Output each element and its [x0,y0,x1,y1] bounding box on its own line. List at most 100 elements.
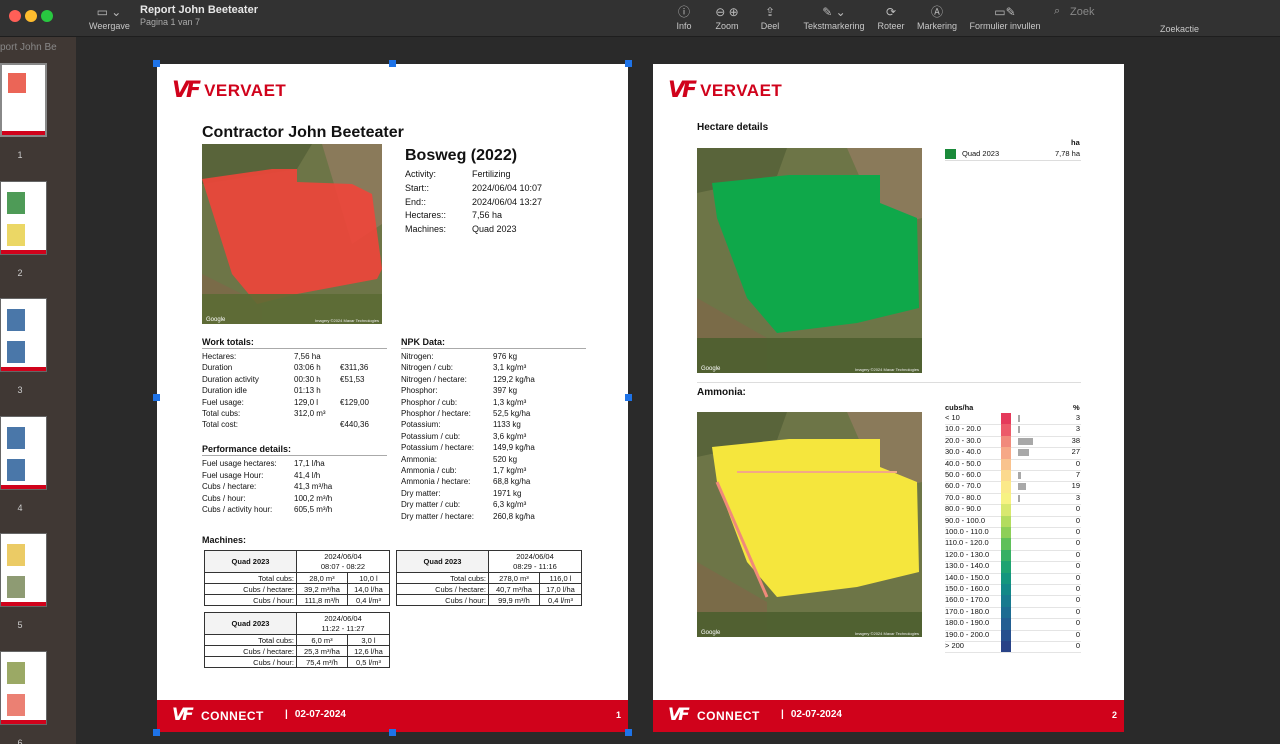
search-field[interactable]: ⌕ Zoek [1052,4,1274,20]
thumbnail-footer-bar [1,719,46,724]
selection-handle[interactable] [625,394,632,401]
markup-icon: Ⓐ [930,5,943,19]
page-thumbnail-4[interactable] [0,415,47,490]
thumbnail-footer-bar [2,131,45,135]
ammonia-range-label: 10.0 - 20.0 [945,424,981,434]
ammonia-legend-unit: cubs/ha [945,403,974,412]
npk-value: 68,8 kg/ha [493,477,531,487]
npk-value: 3,6 kg/m³ [493,431,527,441]
page-1[interactable]: VF VERVAET Contractor John Beeteater Goog… [157,64,628,732]
machine-date: 2024/06/04 [296,550,390,562]
ammonia-percentage-value: 0 [1075,606,1080,616]
page-thumbnail-2[interactable] [0,180,47,255]
window-title-block: Report John Beeteater Pagina 1 van 7 [140,4,258,27]
npk-value: 1,7 kg/m³ [493,466,527,475]
legend-swatch [945,149,956,159]
selection-handle[interactable] [153,394,160,401]
page-thumbnail-5[interactable] [0,533,47,607]
document-viewer[interactable]: VF VERVAET Contractor John Beeteater Goog… [76,37,1280,744]
selection-handle[interactable] [625,60,632,67]
legend-divider [945,160,1081,161]
zoom-button[interactable]: ⊖ ⊕ Zoom [706,3,748,31]
machine-table: Quad 2023 2024/06/04 11:22 - 11:27 Total cu… [204,612,391,668]
work-cost: €129,00 [340,397,369,407]
machine-metric-label: Cubs / hectare: [204,583,297,595]
ammonia-range-label: > 200 [945,641,964,650]
thumbnail-number: 4 [17,502,23,513]
npk-label: Potassium: [401,420,441,430]
ammonia-color-swatch [1001,424,1011,436]
npk-value: 6,3 kg/m³ [493,500,527,510]
view-button[interactable]: ▭ ⌄ Weergave [89,3,130,31]
thumbnail-preview [7,223,25,246]
ammonia-range-label: 120.0 - 130.0 [945,549,990,559]
ammonia-percentage-value: 0 [1075,561,1080,571]
page-thumbnail-1[interactable] [0,63,47,137]
share-button[interactable]: ⇪ Deel [756,3,784,31]
work-value: 03:06 h [294,363,321,373]
close-window-button[interactable] [9,10,21,22]
work-value: 7,56 ha [294,352,321,361]
machine-metric-value: 111,8 m³/h [296,594,348,606]
zoom-icons: ⊖ ⊕ [715,5,739,19]
ammonia-range-label: 30.0 - 40.0 [945,447,981,457]
machine-metric-secondary: 0,5 l/m³ [346,656,391,668]
ammonia-color-swatch [1001,561,1011,573]
selection-handle[interactable] [389,729,396,736]
work-value: 01:13 h [294,386,321,396]
thumbnail-number: 3 [17,385,23,395]
page-thumbnail-6[interactable] [0,650,47,725]
field-title: Bosweg (2022) [405,147,518,164]
info-label: Activity: [405,169,437,179]
ammonia-range-label: 160.0 - 170.0 [945,595,990,605]
thumbnail-footer-bar [1,249,46,254]
ammonia-color-swatch [1001,515,1011,528]
selection-handle[interactable] [153,60,160,67]
selection-handle[interactable] [625,729,632,736]
ammonia-color-swatch [1001,572,1011,585]
ammonia-color-swatch [1001,629,1011,642]
thumbnail-preview [7,191,25,214]
ammonia-range-label: 20.0 - 30.0 [945,435,981,445]
machine-name: Quad 2023 [204,612,297,635]
ammonia-percentage-bar [1018,437,1034,445]
rotate-button[interactable]: ⟳ Roteer [874,3,908,31]
text-markup-button[interactable]: ✎ ⌄ Tekstmarkering [800,3,868,31]
ammonia-title: Ammonia: [697,387,746,398]
machine-time: 08:29 - 11:16 [488,561,582,573]
ammonia-color-swatch [1001,492,1011,505]
ammonia-color-swatch [1001,413,1011,425]
page-thumbnail-3[interactable] [0,298,47,372]
page-number: 2 [1111,710,1117,720]
npk-label: Dry matter / cub: [401,500,461,510]
minimize-window-button[interactable] [25,10,37,22]
work-label: Total cost: [202,420,239,430]
info-value: 7,56 ha [472,210,503,221]
selection-handle[interactable] [389,60,396,67]
page-2[interactable]: VF VERVAET Hectare details Google Imagery… [653,64,1124,732]
ammonia-color-swatch [1001,641,1011,653]
ammonia-range-label: 170.0 - 180.0 [945,606,990,616]
ammonia-percentage-value: 0 [1075,641,1080,650]
pen-icon: ✎ ⌄ [822,5,846,19]
ammonia-range-label: 190.0 - 200.0 [945,629,990,639]
selection-handle[interactable] [153,729,160,736]
machine-metric-label: Cubs / hectare: [204,645,297,657]
fill-form-button[interactable]: ▭✎ Formulier invullen [966,3,1044,31]
thumbnail-preview [7,661,25,684]
info-label: Start:: [405,182,430,193]
markup-button[interactable]: Ⓐ Markering [914,3,960,31]
work-label: Hectares: [202,352,237,361]
ammonia-color-swatch [1001,595,1011,607]
npk-label: Nitrogen: [401,352,434,361]
zoom-window-button[interactable] [41,10,53,22]
hectare-details-title: Hectare details [697,122,769,133]
ammonia-range-label: 180.0 - 190.0 [945,618,990,628]
npk-label: Ammonia / hectare: [401,477,471,487]
ammonia-range-label: 100.0 - 110.0 [945,527,989,536]
info-button[interactable]: ⓘ Info [670,3,698,31]
ammonia-percentage-bar [1018,415,1020,422]
info-value: Fertilizing [472,169,511,179]
ammonia-color-swatch [1001,481,1011,493]
ammonia-range-label: < 10 [945,413,960,422]
